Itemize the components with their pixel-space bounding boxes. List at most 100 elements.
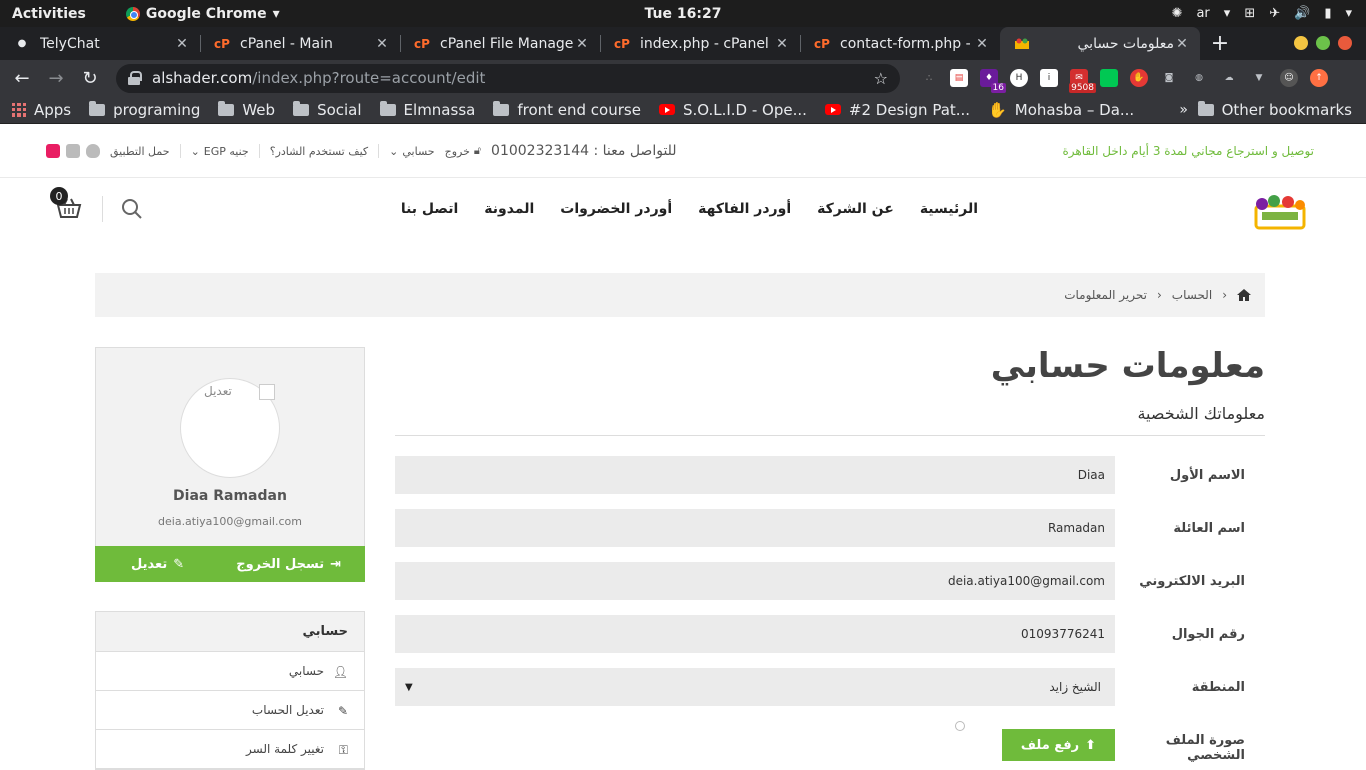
logout-link[interactable]: 🔓︎ خروج bbox=[445, 144, 481, 158]
bookmark-video[interactable]: S.O.L.I.D - Ope... bbox=[658, 100, 807, 119]
how-to-link[interactable]: كيف تستخدم الشادر؟ bbox=[270, 145, 368, 158]
language-indicator[interactable]: ar bbox=[1196, 6, 1209, 21]
bookmark-folder[interactable]: programing bbox=[89, 100, 200, 119]
clock[interactable]: Tue 16:27 bbox=[645, 6, 722, 22]
menu-item-change-password[interactable]: ⚿ تغيير كلمة السر bbox=[96, 730, 364, 769]
search-icon[interactable] bbox=[121, 198, 143, 220]
nav-about[interactable]: عن الشركة bbox=[817, 201, 894, 217]
nav-blog[interactable]: المدونة bbox=[484, 201, 534, 217]
folder-icon bbox=[218, 100, 235, 116]
close-icon[interactable]: ✕ bbox=[1174, 36, 1190, 52]
extension-icon[interactable]: ⛬ bbox=[920, 69, 938, 87]
tab-contact-form[interactable]: cP contact-form.php - c ✕ bbox=[800, 27, 1000, 60]
close-icon[interactable]: ✕ bbox=[774, 36, 790, 52]
bookmark-mohasba[interactable]: ✋ Mohasba – Da... bbox=[988, 101, 1134, 119]
tab-telychat[interactable]: ● TelyChat ✕ bbox=[0, 27, 200, 60]
close-icon[interactable]: ✕ bbox=[974, 36, 990, 52]
green-extension-icon[interactable] bbox=[1100, 69, 1118, 87]
hand-extension-icon[interactable]: ✋ bbox=[1130, 69, 1148, 87]
logout-button[interactable]: ⇥ تسجل الخروج bbox=[236, 557, 341, 572]
app-menu[interactable]: Google Chrome ▾ bbox=[125, 6, 280, 22]
profile-avatar[interactable]: ☺ bbox=[1280, 69, 1298, 87]
address-bar[interactable]: alshader.com /index.php?route=account/ed… bbox=[116, 63, 900, 93]
vue-extension-icon[interactable]: ▼ bbox=[1250, 69, 1268, 87]
bookmark-video[interactable]: #2 Design Pat... bbox=[824, 101, 970, 119]
bookmark-folder[interactable]: Elmnassa bbox=[379, 100, 475, 119]
chevron-down-icon: ⌄ bbox=[190, 144, 200, 158]
bookmark-folder[interactable]: Social bbox=[293, 100, 362, 119]
back-button[interactable]: ← bbox=[8, 64, 36, 92]
reload-button[interactable]: ↻ bbox=[76, 64, 104, 92]
apple-icon[interactable] bbox=[86, 144, 100, 158]
breadcrumb-edit-info[interactable]: تحرير المعلومات bbox=[1064, 288, 1147, 302]
system-tray[interactable]: ✺ ar ▾ ⊞ ✈ 🔊 ▮ ▾ bbox=[1172, 6, 1352, 21]
settings-icon[interactable]: ✺ bbox=[1172, 6, 1183, 21]
nav-home[interactable]: الرئيسية bbox=[920, 201, 978, 217]
nav-vegetable-order[interactable]: أوردر الخضروات bbox=[560, 201, 672, 217]
close-window-button[interactable] bbox=[1338, 36, 1352, 50]
bookmark-label: Apps bbox=[34, 100, 72, 119]
close-icon[interactable]: ✕ bbox=[174, 36, 190, 52]
currency-label: جنيه EGP bbox=[203, 144, 249, 158]
currency-dropdown[interactable]: جنيه EGP ⌄ bbox=[191, 145, 249, 158]
phone-input[interactable]: 01093776241 bbox=[395, 615, 1115, 653]
account-menu-title: حسابي bbox=[96, 612, 364, 652]
globe-extension-icon[interactable]: ◍ bbox=[1190, 69, 1208, 87]
region-selected-value: الشيخ زايد bbox=[1049, 680, 1101, 694]
cpanel-icon: cP bbox=[814, 36, 830, 51]
breadcrumb-account[interactable]: الحساب bbox=[1172, 288, 1212, 302]
minimize-button[interactable] bbox=[1294, 36, 1308, 50]
tab-cpanel-file-manager[interactable]: cP cPanel File Manager ✕ bbox=[400, 27, 600, 60]
update-icon[interactable]: ↑ bbox=[1310, 69, 1328, 87]
camera-extension-icon[interactable]: ◙ bbox=[1160, 69, 1178, 87]
menu-item-my-account[interactable]: 👤︎ حسابي bbox=[96, 652, 364, 691]
upload-file-button[interactable]: ⬆ رفع ملف bbox=[1002, 729, 1115, 761]
forward-button[interactable]: → bbox=[42, 64, 70, 92]
tab-title: TelyChat bbox=[40, 35, 100, 52]
close-icon[interactable]: ✕ bbox=[374, 36, 390, 52]
email-input[interactable]: deia.atiya100@gmail.com bbox=[395, 562, 1115, 600]
edit-profile-button[interactable]: ✎ تعديل bbox=[131, 557, 184, 572]
bookmark-folder[interactable]: Web bbox=[218, 100, 275, 119]
bookmark-apps[interactable]: Apps bbox=[12, 101, 71, 119]
mail-extension-icon[interactable]: ✉ 9508 bbox=[1069, 69, 1096, 93]
android-icon[interactable] bbox=[66, 144, 80, 158]
new-tab-button[interactable]: + bbox=[1200, 31, 1240, 56]
top-info-strip: توصيل و استرجاع مجاني لمدة 3 أيام داخل ا… bbox=[0, 124, 1366, 178]
maximize-button[interactable] bbox=[1316, 36, 1330, 50]
bookmark-folder[interactable]: front end course bbox=[493, 100, 641, 119]
bookmark-label: S.O.L.I.D - Ope... bbox=[682, 100, 807, 119]
huawei-icon[interactable] bbox=[46, 144, 60, 158]
chevron-down-icon: ▼ bbox=[405, 681, 413, 693]
bookmarks-overflow-button[interactable]: » bbox=[1179, 102, 1188, 118]
region-select[interactable]: الشيخ زايد ▼ bbox=[395, 668, 1115, 706]
badge-extension-icon[interactable]: ♦ 16 bbox=[980, 69, 1006, 93]
activities-button[interactable]: Activities bbox=[0, 6, 86, 22]
avatar-edit-link[interactable]: تعديل bbox=[204, 384, 232, 398]
info-extension-icon[interactable]: i bbox=[1040, 69, 1058, 87]
bookmark-star-icon[interactable]: ☆ bbox=[874, 69, 888, 88]
app-store-badges bbox=[46, 144, 100, 158]
tab-index-php[interactable]: cP index.php - cPanel F ✕ bbox=[600, 27, 800, 60]
close-icon[interactable]: ✕ bbox=[574, 36, 590, 52]
tab-account-info[interactable]: معلومات حسابي ✕ bbox=[1000, 27, 1200, 60]
h-extension-icon[interactable]: H bbox=[1010, 69, 1028, 87]
menu-item-edit-account[interactable]: ✎ تعديل الحساب bbox=[96, 691, 364, 730]
site-logo[interactable] bbox=[1250, 192, 1310, 232]
nav-contact[interactable]: اتصل بنا bbox=[401, 201, 458, 217]
download-app-link[interactable]: حمل التطبيق bbox=[110, 145, 170, 158]
last-name-input[interactable]: Ramadan bbox=[395, 509, 1115, 547]
account-dropdown[interactable]: حسابي ⌄ bbox=[389, 145, 434, 158]
cloud-extension-icon[interactable]: ☁ bbox=[1220, 69, 1238, 87]
cart-button[interactable]: 0 bbox=[50, 187, 84, 221]
lock-icon[interactable] bbox=[128, 71, 142, 85]
first-name-input[interactable]: Diaa bbox=[395, 456, 1115, 494]
profile-card: تعديل Diaa Ramadan deia.atiya100@gmail.c… bbox=[95, 347, 365, 582]
other-bookmarks[interactable]: Other bookmarks bbox=[1197, 100, 1352, 119]
home-icon[interactable] bbox=[1237, 289, 1251, 301]
notes-extension-icon[interactable]: ▤ bbox=[950, 69, 968, 87]
folder-icon bbox=[493, 100, 510, 116]
tab-cpanel-main[interactable]: cP cPanel - Main ✕ bbox=[200, 27, 400, 60]
radio-button[interactable] bbox=[955, 721, 965, 731]
nav-fruit-order[interactable]: أوردر الفاكهة bbox=[698, 201, 791, 217]
